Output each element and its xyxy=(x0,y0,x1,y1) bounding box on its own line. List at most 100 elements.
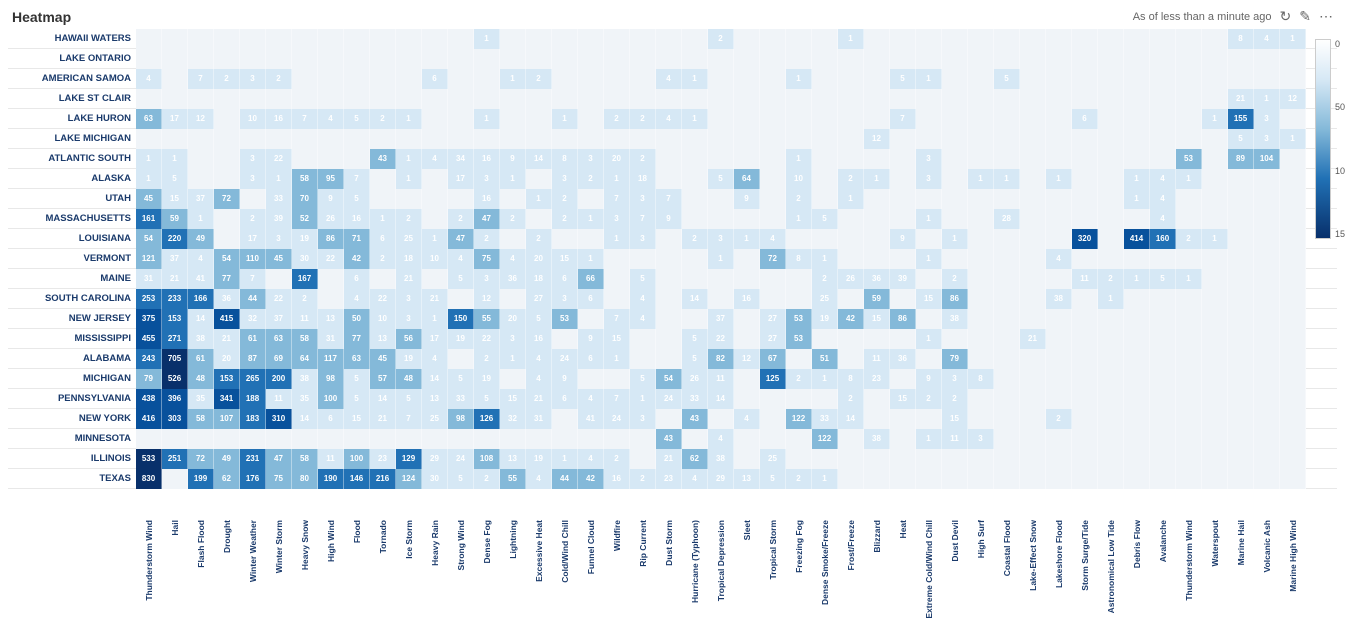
heatmap-cell[interactable] xyxy=(1202,469,1228,489)
heatmap-cell[interactable] xyxy=(1072,89,1098,109)
heatmap-cell[interactable] xyxy=(188,129,214,149)
heatmap-cell[interactable]: 6 xyxy=(552,269,578,289)
heatmap-cell[interactable]: 1 xyxy=(474,29,500,49)
heatmap-cell[interactable]: 63 xyxy=(136,109,162,129)
heatmap-cell[interactable] xyxy=(656,289,682,309)
heatmap-cell[interactable]: 2 xyxy=(916,389,942,409)
heatmap-cell[interactable] xyxy=(1202,189,1228,209)
heatmap-cell[interactable]: 1 xyxy=(630,389,656,409)
heatmap-cell[interactable] xyxy=(1176,29,1202,49)
heatmap-cell[interactable] xyxy=(1020,289,1046,309)
heatmap-cell[interactable]: 1 xyxy=(916,249,942,269)
heatmap-cell[interactable] xyxy=(1124,369,1150,389)
heatmap-cell[interactable] xyxy=(292,69,318,89)
heatmap-cell[interactable]: 1 xyxy=(500,349,526,369)
heatmap-cell[interactable]: 3 xyxy=(500,329,526,349)
refresh-icon[interactable]: ↻ xyxy=(1280,8,1292,25)
heatmap-cell[interactable] xyxy=(838,329,864,349)
heatmap-cell[interactable] xyxy=(1124,349,1150,369)
heatmap-cell[interactable] xyxy=(1020,249,1046,269)
heatmap-cell[interactable] xyxy=(994,129,1020,149)
heatmap-cell[interactable] xyxy=(1150,349,1176,369)
heatmap-cell[interactable]: 4 xyxy=(188,249,214,269)
heatmap-cell[interactable] xyxy=(968,149,994,169)
heatmap-cell[interactable] xyxy=(1254,209,1280,229)
heatmap-cell[interactable] xyxy=(448,349,474,369)
heatmap-cell[interactable] xyxy=(994,149,1020,169)
heatmap-cell[interactable]: 3 xyxy=(578,149,604,169)
heatmap-cell[interactable] xyxy=(1280,309,1306,329)
heatmap-cell[interactable]: 6 xyxy=(318,409,344,429)
heatmap-cell[interactable]: 1 xyxy=(682,109,708,129)
heatmap-cell[interactable] xyxy=(578,229,604,249)
heatmap-cell[interactable]: 79 xyxy=(942,349,968,369)
heatmap-cell[interactable] xyxy=(344,89,370,109)
heatmap-cell[interactable] xyxy=(1254,449,1280,469)
heatmap-cell[interactable] xyxy=(916,449,942,469)
heatmap-cell[interactable] xyxy=(942,169,968,189)
heatmap-cell[interactable]: 107 xyxy=(214,409,240,429)
heatmap-cell[interactable] xyxy=(448,69,474,89)
heatmap-cell[interactable]: 2 xyxy=(500,209,526,229)
heatmap-cell[interactable] xyxy=(1280,169,1306,189)
heatmap-cell[interactable] xyxy=(864,69,890,89)
heatmap-cell[interactable] xyxy=(682,269,708,289)
heatmap-cell[interactable] xyxy=(1098,389,1124,409)
heatmap-cell[interactable] xyxy=(1202,69,1228,89)
heatmap-cell[interactable] xyxy=(448,289,474,309)
heatmap-cell[interactable] xyxy=(136,49,162,69)
heatmap-cell[interactable]: 72 xyxy=(214,189,240,209)
heatmap-cell[interactable] xyxy=(1228,169,1254,189)
heatmap-cell[interactable] xyxy=(1020,209,1046,229)
heatmap-cell[interactable]: 27 xyxy=(760,329,786,349)
heatmap-cell[interactable] xyxy=(942,189,968,209)
heatmap-cell[interactable]: 53 xyxy=(552,309,578,329)
heatmap-cell[interactable]: 271 xyxy=(162,329,188,349)
heatmap-cell[interactable]: 21 xyxy=(1228,89,1254,109)
heatmap-cell[interactable]: 19 xyxy=(812,309,838,329)
heatmap-cell[interactable]: 5 xyxy=(344,109,370,129)
heatmap-cell[interactable] xyxy=(344,129,370,149)
heatmap-cell[interactable] xyxy=(318,149,344,169)
heatmap-cell[interactable] xyxy=(916,269,942,289)
heatmap-cell[interactable]: 216 xyxy=(370,469,396,489)
heatmap-cell[interactable]: 10 xyxy=(422,249,448,269)
heatmap-cell[interactable] xyxy=(292,429,318,449)
heatmap-cell[interactable] xyxy=(812,329,838,349)
heatmap-cell[interactable]: 11 xyxy=(318,449,344,469)
heatmap-cell[interactable]: 9 xyxy=(734,189,760,209)
heatmap-cell[interactable]: 1 xyxy=(864,169,890,189)
heatmap-cell[interactable] xyxy=(760,209,786,229)
heatmap-cell[interactable]: 21 xyxy=(422,289,448,309)
heatmap-cell[interactable] xyxy=(292,49,318,69)
heatmap-cell[interactable]: 3 xyxy=(266,229,292,249)
heatmap-cell[interactable]: 89 xyxy=(1228,149,1254,169)
heatmap-cell[interactable]: 5 xyxy=(396,389,422,409)
heatmap-cell[interactable] xyxy=(968,29,994,49)
heatmap-cell[interactable]: 2 xyxy=(682,229,708,249)
heatmap-cell[interactable] xyxy=(890,29,916,49)
heatmap-cell[interactable] xyxy=(266,49,292,69)
heatmap-cell[interactable] xyxy=(916,469,942,489)
heatmap-cell[interactable] xyxy=(214,109,240,129)
heatmap-cell[interactable] xyxy=(1254,169,1280,189)
heatmap-cell[interactable] xyxy=(786,349,812,369)
heatmap-cell[interactable]: 2 xyxy=(604,109,630,129)
heatmap-cell[interactable]: 2 xyxy=(1098,269,1124,289)
heatmap-cell[interactable]: 1 xyxy=(266,169,292,189)
heatmap-cell[interactable] xyxy=(448,109,474,129)
heatmap-cell[interactable] xyxy=(1254,229,1280,249)
heatmap-cell[interactable] xyxy=(916,49,942,69)
heatmap-cell[interactable] xyxy=(1098,229,1124,249)
heatmap-cell[interactable] xyxy=(838,89,864,109)
heatmap-cell[interactable]: 22 xyxy=(708,329,734,349)
heatmap-cell[interactable] xyxy=(1020,29,1046,49)
heatmap-cell[interactable] xyxy=(1280,289,1306,309)
heatmap-cell[interactable] xyxy=(1202,329,1228,349)
heatmap-cell[interactable]: 13 xyxy=(500,449,526,469)
heatmap-cell[interactable]: 1 xyxy=(474,109,500,129)
heatmap-cell[interactable] xyxy=(422,189,448,209)
heatmap-cell[interactable]: 2 xyxy=(786,189,812,209)
heatmap-cell[interactable]: 1 xyxy=(162,149,188,169)
heatmap-cell[interactable] xyxy=(1098,309,1124,329)
